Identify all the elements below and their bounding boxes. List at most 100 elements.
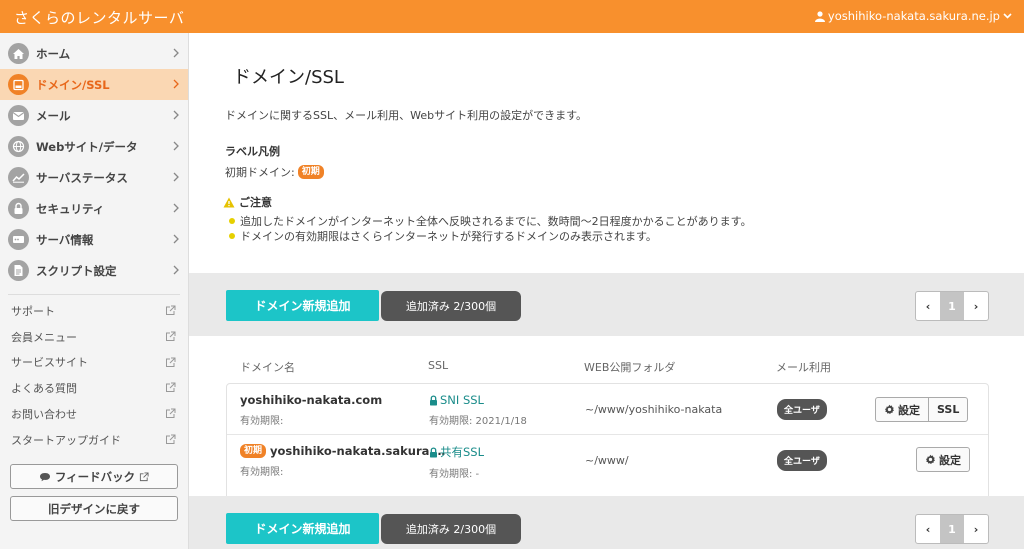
domain-name-link[interactable]: yoshihiko-nakata.com [240, 393, 382, 407]
table-row: 初期 yoshihiko-nakata.sakura.… 有効期限: 共有SSL… [227, 434, 988, 484]
domain-expiry: 有効期限: [240, 467, 284, 478]
web-folder: ~/www/ [585, 454, 629, 467]
sidebar-item-label: ホーム [36, 46, 71, 61]
chevron-right-icon [173, 141, 179, 151]
gear-icon [885, 404, 894, 415]
sidebar-item-label: スクリプト設定 [36, 263, 117, 278]
chevron-right-icon [173, 203, 179, 213]
caution-list: 追加したドメインがインターネット全体へ反映されるまでに、数時間〜2日程度かかるこ… [229, 213, 752, 243]
settings-button[interactable]: 設定 [876, 398, 928, 421]
sidebar-link-service-site[interactable]: サービスサイト [0, 350, 188, 376]
sidebar-link-startup-guide[interactable]: スタートアップガイド [0, 427, 188, 453]
prev-page-button[interactable]: ‹ [916, 515, 940, 543]
ssl-cell: 共有SSL 有効期限: - [429, 444, 484, 480]
table-row: yoshihiko-nakata.com 有効期限: SNI SSL 有効期限:… [227, 384, 988, 434]
domain-expiry: 有効期限: [240, 416, 284, 427]
domain-name-link[interactable]: yoshihiko-nakata.sakura.… [270, 444, 445, 458]
account-menu[interactable]: yoshihiko-nakata.sakura.ne.jp [814, 9, 1012, 23]
old-design-label: 旧デザインに戻す [48, 501, 140, 516]
sidebar-link-contact[interactable]: お問い合わせ [0, 401, 188, 427]
label-legend: 初期ドメイン: 初期 [225, 164, 324, 180]
ssl-link[interactable]: SNI SSL [429, 393, 527, 407]
ssl-link[interactable]: 共有SSL [429, 444, 484, 460]
next-page-button[interactable]: › [964, 292, 988, 320]
settings-label: 設定 [898, 403, 920, 417]
domain-count-badge: 追加済み 2/300個 [381, 514, 521, 544]
caution-heading: ご注意 [223, 194, 272, 210]
chevron-right-icon [173, 110, 179, 120]
lock-icon [8, 198, 29, 219]
script-icon [8, 260, 29, 281]
row-action-buttons: 設定 SSL [875, 397, 969, 422]
sidebar-link-faq[interactable]: よくある質問 [0, 375, 188, 401]
column-header-ssl: SSL [428, 359, 449, 372]
sidebar-item-script-settings[interactable]: スクリプト設定 [0, 255, 188, 286]
page-title: ドメイン/SSL [233, 67, 344, 88]
page-number[interactable]: 1 [940, 292, 964, 320]
column-header-domain: ドメイン名 [240, 361, 295, 374]
domain-icon [8, 74, 29, 95]
initial-domain-tag: 初期 [240, 444, 267, 458]
external-link-icon [140, 471, 149, 481]
sidebar-link-label: 会員メニュー [11, 330, 77, 344]
next-page-button[interactable]: › [964, 515, 988, 543]
label-legend-heading: ラベル凡例 [225, 145, 280, 158]
sidebar-item-security[interactable]: セキュリティ [0, 193, 188, 224]
chart-icon [8, 167, 29, 188]
chat-bubble-icon [39, 472, 50, 481]
chevron-right-icon [173, 265, 179, 275]
external-link-icon [166, 331, 176, 341]
domain-cell: 初期 yoshihiko-nakata.sakura.… 有効期限: [240, 444, 445, 478]
ssl-button[interactable]: SSL [928, 398, 967, 421]
sidebar: ホーム ドメイン/SSL メール Webサイト/データ サーバステータス セキュ… [0, 33, 189, 549]
sidebar-link-support[interactable]: サポート [0, 298, 188, 324]
sidebar-link-label: スタートアップガイド [11, 433, 121, 447]
sidebar-item-mail[interactable]: メール [0, 100, 188, 131]
pagination: ‹ 1 › [915, 514, 989, 544]
chevron-right-icon [173, 48, 179, 58]
ssl-expiry: 有効期限: 2021/1/18 [429, 416, 527, 427]
sidebar-item-label: サーバ情報 [36, 232, 94, 247]
domain-count-badge: 追加済み 2/300個 [381, 291, 521, 321]
caution-item: 追加したドメインがインターネット全体へ反映されるまでに、数時間〜2日程度かかるこ… [229, 213, 752, 228]
page-number[interactable]: 1 [940, 515, 964, 543]
initial-domain-tag: 初期 [297, 165, 324, 179]
sidebar-item-home[interactable]: ホーム [0, 38, 188, 69]
chevron-right-icon [173, 172, 179, 182]
mail-icon [8, 105, 29, 126]
prev-page-button[interactable]: ‹ [916, 292, 940, 320]
action-bar-top: ドメイン新規追加 追加済み 2/300個 ‹ 1 › [189, 273, 1024, 336]
add-domain-button[interactable]: ドメイン新規追加 [226, 290, 379, 321]
brand-logo[interactable]: さくらのレンタルサーバ [14, 7, 184, 28]
account-name: yoshihiko-nakata.sakura.ne.jp [827, 9, 1000, 23]
external-link-icon [166, 382, 176, 393]
sidebar-item-server-status[interactable]: サーバステータス [0, 162, 188, 193]
external-link-icon [166, 305, 176, 315]
old-design-button[interactable]: 旧デザインに戻す [10, 496, 178, 521]
domain-cell: yoshihiko-nakata.com 有効期限: [240, 393, 382, 427]
sidebar-link-member-menu[interactable]: 会員メニュー [0, 324, 188, 350]
bullet-icon [229, 217, 235, 224]
lock-icon [430, 446, 437, 457]
chevron-down-icon [1003, 13, 1012, 19]
external-link-icon [166, 357, 176, 367]
sidebar-item-website-data[interactable]: Webサイト/データ [0, 131, 188, 162]
sidebar-item-label: Webサイト/データ [36, 139, 138, 154]
settings-label: 設定 [939, 453, 961, 467]
caution-heading-text: ご注意 [239, 196, 272, 209]
sidebar-item-label: ドメイン/SSL [36, 77, 110, 92]
feedback-button[interactable]: フィードバック [10, 464, 178, 489]
user-icon [814, 10, 825, 22]
sidebar-item-server-info[interactable]: サーバ情報 [0, 224, 188, 255]
settings-button[interactable]: 設定 [917, 448, 969, 471]
add-domain-button[interactable]: ドメイン新規追加 [226, 513, 379, 544]
row-action-buttons: 設定 [916, 447, 970, 472]
sidebar-item-domain-ssl[interactable]: ドメイン/SSL [0, 69, 188, 100]
gear-icon [926, 454, 935, 465]
chevron-right-icon [173, 79, 179, 89]
sidebar-link-label: お問い合わせ [11, 408, 77, 422]
column-header-web-folder: WEB公開フォルダ [584, 361, 676, 374]
caution-item: ドメインの有効期限はさくらインターネットが発行するドメインのみ表示されます。 [229, 228, 752, 243]
sidebar-link-label: よくある質問 [11, 382, 77, 396]
external-link-icon [166, 408, 176, 419]
